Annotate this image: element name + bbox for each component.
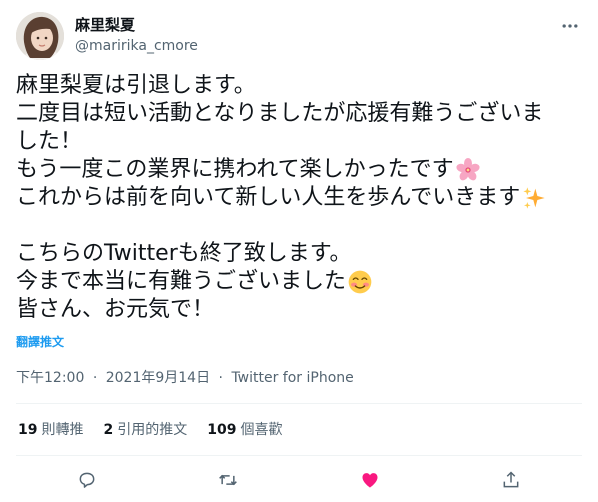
sparkles-icon [523,187,545,209]
avatar[interactable] [16,12,64,60]
quotes-stat[interactable]: 2 引用的推文 [103,420,187,440]
like-button[interactable] [353,463,387,497]
retweet-button[interactable] [211,463,245,497]
tweet-line: した！ [16,129,83,154]
share-icon [503,471,519,488]
display-name[interactable]: 麻里梨夏 [75,15,135,35]
smiling-face-icon [348,270,372,294]
user-handle[interactable]: @maririka_cmore [75,36,198,56]
tweet-line: これからは前を向いて新しい人生を歩んでいきます [16,184,586,212]
tweet-line: 今まで本当に有難うございました [16,268,586,296]
tweet-line: もう一度この業界に携われて楽しかったです [16,156,586,184]
retweet-icon [219,474,238,486]
profile-photo-icon [16,12,64,60]
tweet-line: 二度目は短い活動となりましたが応援有難うございま [16,101,544,126]
more-icon [562,24,578,28]
tweet-date[interactable]: 2021年9月14日 [106,370,210,386]
reply-button[interactable] [70,463,104,497]
like-icon [362,473,378,488]
tweet-line: こちらのTwitterも終了致します。 [16,241,352,266]
meta-separator: · [218,370,223,386]
tweet-text: 麻里梨夏は引退します。 二度目は短い活動となりましたが応援有難うございま した！… [16,72,586,324]
divider [16,455,582,456]
tweet-actions [16,458,582,502]
cherry-blossom-icon [456,158,480,181]
tweet-meta: 下午12:00 · 2021年9月14日 · Twitter for iPhon… [16,368,354,388]
likes-stat[interactable]: 109 個喜歡 [207,420,282,440]
reply-icon [79,472,95,488]
tweet-header: 麻里梨夏 @maririka_cmore [16,12,582,60]
divider [16,403,582,404]
tweet-line: 皆さん、お元気で！ [16,297,215,322]
tweet-card: 麻里梨夏 @maririka_cmore 麻里梨夏は引退します。 二度目は短い活… [0,0,598,502]
tweet-source[interactable]: Twitter for iPhone [231,370,353,386]
tweet-stats: 19 則轉推 2 引用的推文 109 個喜歡 [18,420,282,440]
more-options-button[interactable] [558,14,582,38]
tweet-line: 麻里梨夏は引退します。 [16,73,256,98]
translate-tweet-link[interactable]: 翻譯推文 [16,334,64,350]
meta-separator: · [92,370,98,386]
retweets-stat[interactable]: 19 則轉推 [18,420,83,440]
tweet-time[interactable]: 下午12:00 [16,370,84,386]
share-button[interactable] [494,463,528,497]
